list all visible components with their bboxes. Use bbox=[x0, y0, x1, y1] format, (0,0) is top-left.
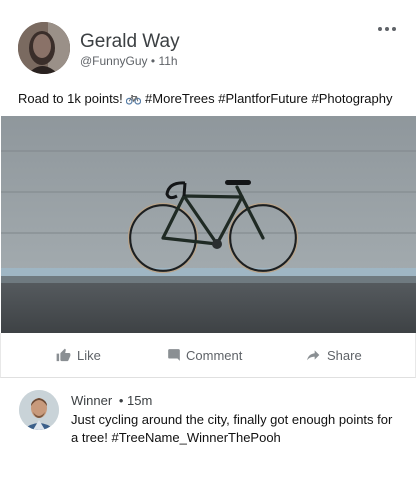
share-button[interactable]: Share bbox=[306, 347, 366, 365]
post-photo[interactable] bbox=[1, 116, 416, 333]
comment-text: Just cycling around the city, finally go… bbox=[71, 412, 393, 445]
post-time: 11h bbox=[158, 54, 178, 68]
thumbs-up-icon bbox=[56, 348, 71, 362]
like-label: Like bbox=[77, 348, 101, 363]
bicycle-emoji bbox=[126, 93, 142, 108]
share-label: Share bbox=[327, 348, 362, 363]
author-handle[interactable]: @FunnyGuy bbox=[80, 54, 148, 68]
commenter-avatar[interactable] bbox=[19, 390, 59, 430]
hashtag-link[interactable]: #Photography bbox=[312, 91, 393, 106]
author-meta: @FunnyGuy • 11h bbox=[80, 54, 178, 68]
comment-label: Comment bbox=[186, 348, 243, 363]
more-options-button[interactable] bbox=[376, 22, 398, 36]
like-button[interactable]: Like bbox=[56, 347, 106, 365]
hashtag-link[interactable]: #PlantforFuture bbox=[218, 91, 308, 106]
meta-separator: • bbox=[150, 54, 156, 68]
comment-header: Winner • 15m bbox=[71, 393, 152, 408]
post-text: Road to 1k points! #MoreTrees #PlantforF… bbox=[18, 91, 408, 108]
post-text-prefix: Road to 1k points! bbox=[18, 91, 123, 106]
post-header: Gerald Way @FunnyGuy • 11h bbox=[0, 0, 416, 85]
commenter-name[interactable]: Winner bbox=[71, 393, 112, 408]
comment-bubble-icon bbox=[168, 349, 180, 361]
more-horizontal-icon bbox=[378, 27, 382, 31]
comment-time: 15m bbox=[127, 393, 153, 408]
comment-button[interactable]: Comment bbox=[167, 347, 247, 365]
post-actions: Like Comment Share bbox=[0, 333, 416, 378]
hashtag-link[interactable]: #MoreTrees bbox=[145, 91, 215, 106]
meta-separator: • bbox=[118, 393, 124, 408]
author-avatar[interactable] bbox=[18, 22, 70, 74]
author-name[interactable]: Gerald Way bbox=[80, 31, 180, 53]
share-arrow-icon bbox=[307, 350, 320, 361]
